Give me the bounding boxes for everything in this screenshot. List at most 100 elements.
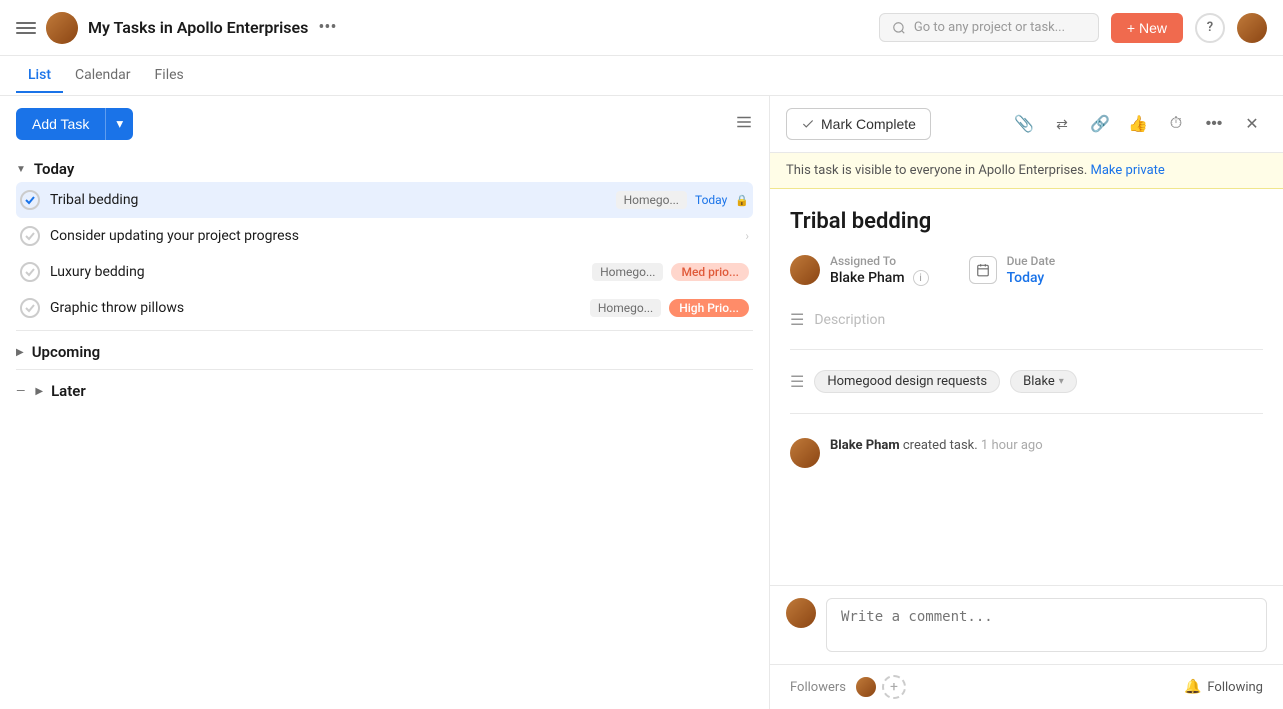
assignee-tag[interactable]: Blake ▾ xyxy=(1010,370,1077,393)
activity-item: Blake Pham created task. 1 hour ago xyxy=(790,426,1263,480)
global-search[interactable]: Go to any project or task... xyxy=(879,13,1099,42)
more-options-button[interactable]: ••• xyxy=(1199,109,1229,139)
notification-text: This task is visible to everyone in Apol… xyxy=(786,163,1087,178)
mark-complete-button[interactable]: Mark Complete xyxy=(786,108,931,140)
project-field: ☰ Homegood design requests Blake ▾ xyxy=(790,362,1263,401)
main-layout: Add Task ▾ ▼ Today Tribal bedding Homego… xyxy=(0,96,1283,709)
new-button-label: + New xyxy=(1127,20,1167,36)
share-icon: ⇄ xyxy=(1056,116,1068,133)
section-divider xyxy=(16,330,753,331)
task-detail-content: Tribal bedding Assigned To Blake Pham i xyxy=(770,189,1283,585)
add-task-button[interactable]: Add Task xyxy=(16,108,105,140)
project-tag[interactable]: Homegood design requests xyxy=(814,370,1000,393)
make-private-link[interactable]: Make private xyxy=(1091,163,1165,178)
add-task-button-group: Add Task ▾ xyxy=(16,108,133,140)
section-divider xyxy=(16,369,753,370)
app-header: My Tasks in Apollo Enterprises ••• Go to… xyxy=(0,0,1283,56)
search-placeholder: Go to any project or task... xyxy=(914,20,1065,35)
task-detail-toolbar: Mark Complete 📎 ⇄ 🔗 👍 ⏱ xyxy=(770,96,1283,153)
task-checkbox[interactable] xyxy=(20,262,40,282)
user-avatar[interactable] xyxy=(1237,13,1267,43)
follower-avatar[interactable] xyxy=(854,675,878,699)
description-field[interactable]: ☰ Description xyxy=(790,302,1263,337)
help-icon: ? xyxy=(1207,20,1213,35)
task-item[interactable]: Graphic throw pillows Homego... High Pri… xyxy=(16,290,753,326)
section-later-label: Later xyxy=(51,382,86,400)
more-icon: ••• xyxy=(1206,115,1223,133)
description-icon: ☰ xyxy=(790,310,804,329)
add-follower-button[interactable]: + xyxy=(882,675,906,699)
link-button[interactable]: 🔗 xyxy=(1085,109,1115,139)
link-icon: 🔗 xyxy=(1090,114,1110,134)
tab-list[interactable]: List xyxy=(16,59,63,93)
share-button[interactable]: ⇄ xyxy=(1047,109,1077,139)
help-button[interactable]: ? xyxy=(1195,13,1225,43)
close-button[interactable]: ✕ xyxy=(1237,109,1267,139)
task-item[interactable]: Luxury bedding Homego... Med prio... xyxy=(16,254,753,290)
dropdown-chevron-icon: ▾ xyxy=(116,116,123,131)
task-item[interactable]: Consider updating your project progress … xyxy=(16,218,753,254)
due-date-field: Due Date Today xyxy=(969,254,1056,286)
assignee-info: Assigned To Blake Pham i xyxy=(830,254,929,286)
section-later-header[interactable]: — ▶ Later xyxy=(16,374,753,404)
attachment-icon: 📎 xyxy=(1014,114,1034,134)
filter-icon[interactable] xyxy=(735,113,753,135)
like-button[interactable]: 👍 xyxy=(1123,109,1153,139)
detail-divider-2 xyxy=(790,413,1263,414)
activity-avatar xyxy=(790,438,820,468)
close-icon: ✕ xyxy=(1245,114,1258,134)
assigned-to-field: Assigned To Blake Pham i xyxy=(790,254,929,286)
activity-text: Blake Pham created task. xyxy=(830,438,981,453)
assignee-dropdown-icon: ▾ xyxy=(1059,376,1064,387)
assignee-avatar[interactable] xyxy=(790,255,820,285)
bell-icon: 🔔 xyxy=(1184,679,1201,695)
task-detail-panel: Mark Complete 📎 ⇄ 🔗 👍 ⏱ xyxy=(770,96,1283,709)
header-right: Go to any project or task... + New ? xyxy=(879,13,1267,43)
tab-calendar[interactable]: Calendar xyxy=(63,59,143,93)
today-chevron-icon: ▼ xyxy=(16,164,26,175)
followers-row: Followers + 🔔 Following xyxy=(770,664,1283,709)
commenter-avatar xyxy=(786,598,816,628)
comment-input[interactable] xyxy=(826,598,1267,652)
tab-files[interactable]: Files xyxy=(143,59,196,93)
task-project-tag: Homego... xyxy=(590,299,661,317)
task-item[interactable]: Tribal bedding Homego... Today 🔒 xyxy=(16,182,753,218)
attachment-button[interactable]: 📎 xyxy=(1009,109,1039,139)
activity-action: created task. xyxy=(903,438,978,453)
due-date-label: Due Date xyxy=(1007,254,1056,268)
task-name: Consider updating your project progress xyxy=(50,228,735,244)
followers-section: Followers + xyxy=(790,675,906,699)
followers-avatars: + xyxy=(854,675,906,699)
followers-label: Followers xyxy=(790,680,846,695)
following-button[interactable]: 🔔 Following xyxy=(1184,679,1263,695)
later-dash-icon: — xyxy=(16,384,25,398)
timer-button[interactable]: ⏱ xyxy=(1161,109,1191,139)
task-project-tag: Homego... xyxy=(592,263,663,281)
info-icon[interactable]: i xyxy=(913,270,929,286)
task-name: Luxury bedding xyxy=(50,264,582,280)
section-today-header[interactable]: ▼ Today xyxy=(16,152,753,182)
list-icon: ☰ xyxy=(790,372,804,391)
tab-bar: List Calendar Files xyxy=(0,56,1283,96)
new-button[interactable]: + New xyxy=(1111,13,1183,43)
add-task-dropdown-button[interactable]: ▾ xyxy=(105,108,133,140)
task-detail-title: Tribal bedding xyxy=(790,209,1263,234)
activity-author: Blake Pham xyxy=(830,438,900,453)
task-checkbox[interactable] xyxy=(20,190,40,210)
task-checkbox[interactable] xyxy=(20,298,40,318)
visibility-notification: This task is visible to everyone in Apol… xyxy=(770,153,1283,189)
header-more-icon[interactable]: ••• xyxy=(318,17,336,38)
task-checkbox[interactable] xyxy=(20,226,40,246)
detail-divider xyxy=(790,349,1263,350)
menu-icon[interactable] xyxy=(16,18,36,38)
assignee-tag-label: Blake xyxy=(1023,374,1055,389)
section-upcoming-header[interactable]: ▶ Upcoming xyxy=(16,335,753,365)
section-today-label: Today xyxy=(34,160,74,178)
mark-complete-label: Mark Complete xyxy=(821,116,916,132)
calendar-icon[interactable] xyxy=(969,256,997,284)
task-name: Tribal bedding xyxy=(50,192,606,208)
assigned-to-label: Assigned To xyxy=(830,254,929,268)
task-meta: Homego... Today 🔒 xyxy=(616,191,749,209)
user-avatar-header[interactable] xyxy=(46,12,78,44)
list-toolbar: Add Task ▾ xyxy=(16,108,753,140)
